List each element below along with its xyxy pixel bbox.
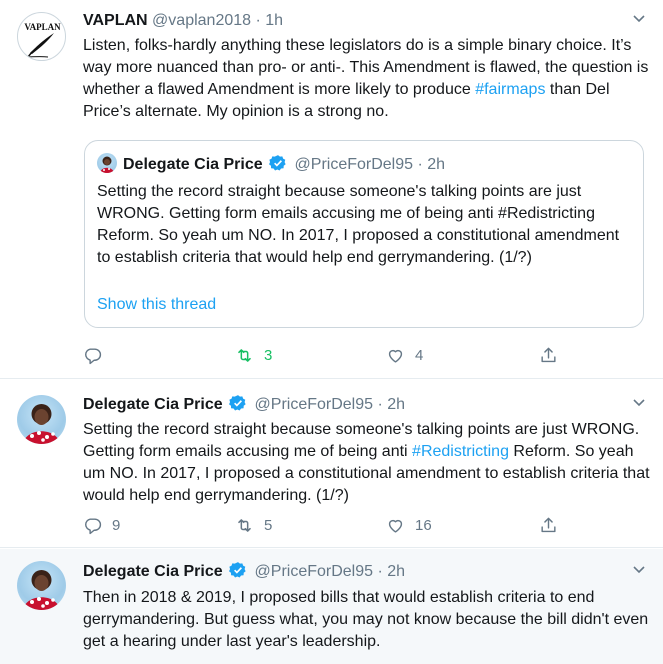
profile-photo-icon [23, 570, 60, 610]
author-name[interactable]: VAPLAN [83, 12, 148, 29]
quoted-author-name[interactable]: Delegate Cia Price [123, 156, 263, 173]
retweet-button[interactable]: 5 [235, 516, 272, 535]
quill-pen-logo-icon: VAPLAN [24, 22, 61, 58]
author-handle[interactable]: @PriceForDel95 [255, 563, 374, 580]
more-options-chevron-icon[interactable] [633, 396, 645, 410]
quoted-timestamp[interactable]: 2h [427, 156, 445, 173]
author-name[interactable]: Delegate Cia Price [83, 563, 223, 580]
heart-icon [388, 519, 403, 533]
tweet-vaplan[interactable]: VAPLAN VAPLAN @vaplan2018 · 1h Listen, f… [0, 0, 663, 379]
author-handle[interactable]: @vaplan2018 [152, 12, 251, 29]
separator-dot: · [255, 12, 261, 29]
reply-button[interactable] [83, 346, 112, 365]
quoted-tweet-text: Setting the record straight because some… [97, 183, 620, 266]
reply-icon [85, 518, 102, 535]
verified-badge-icon [269, 155, 286, 171]
timestamp[interactable]: 2h [387, 563, 405, 580]
tweet-actions: 3 4 [83, 346, 563, 368]
reply-button[interactable]: 9 [83, 516, 120, 535]
share-button[interactable] [539, 346, 568, 365]
tweet-text: Then in 2018 & 2019, I proposed bills th… [83, 589, 649, 650]
share-button[interactable] [539, 516, 568, 535]
retweet-icon [238, 519, 251, 532]
timestamp[interactable]: 2h [387, 396, 405, 413]
tweet-header: Delegate Cia Price @PriceForDel95 · 2h [83, 394, 405, 415]
heart-icon [388, 349, 403, 363]
more-options-chevron-icon[interactable] [633, 12, 645, 26]
avatar[interactable] [17, 561, 66, 610]
quoted-tweet[interactable]: Delegate Cia Price @PriceForDel95 · 2h S… [84, 140, 644, 328]
tweet-cia-price-1[interactable]: Delegate Cia Price @PriceForDel95 · 2h S… [0, 380, 663, 548]
profile-photo-icon [23, 404, 60, 444]
reply-count: 9 [112, 517, 121, 534]
verified-badge-icon [229, 562, 246, 578]
separator-dot: · [377, 396, 383, 413]
retweet-icon [238, 349, 251, 362]
avatar-logo-text: VAPLAN [24, 22, 61, 32]
tweet-header: VAPLAN @vaplan2018 · 1h [83, 11, 283, 31]
more-options-chevron-icon[interactable] [633, 563, 645, 577]
hashtag-link[interactable]: #Redistricting [412, 443, 509, 460]
show-thread-link[interactable]: Show this thread [97, 296, 216, 314]
reply-icon [85, 348, 102, 365]
share-icon [541, 347, 556, 363]
separator-dot: · [377, 563, 383, 580]
retweet-count: 3 [264, 347, 273, 364]
tweet-cia-price-2[interactable]: Delegate Cia Price @PriceForDel95 · 2h T… [0, 549, 663, 664]
separator-dot: · [417, 156, 423, 173]
like-button[interactable]: 4 [386, 346, 423, 365]
verified-badge-icon [229, 395, 246, 411]
author-handle[interactable]: @PriceForDel95 [255, 396, 374, 413]
tweet-actions: 9 5 16 [83, 516, 563, 538]
like-count: 16 [415, 517, 432, 534]
quoted-author-handle[interactable]: @PriceForDel95 [295, 156, 414, 173]
retweet-count: 5 [264, 517, 273, 534]
hashtag-link[interactable]: #fairmaps [475, 81, 545, 98]
tweet-text: Setting the record straight because some… [83, 419, 653, 507]
author-name[interactable]: Delegate Cia Price [83, 396, 223, 413]
timestamp[interactable]: 1h [265, 12, 283, 29]
like-count: 4 [415, 347, 424, 364]
quoted-avatar [97, 153, 117, 173]
quoted-tweet-header: Delegate Cia Price @PriceForDel95 · 2h [97, 153, 445, 175]
tweet-text: Listen, folks-hardly anything these legi… [83, 35, 653, 123]
tweet-header: Delegate Cia Price @PriceForDel95 · 2h [83, 561, 405, 582]
share-icon [541, 517, 556, 533]
avatar[interactable] [17, 395, 66, 444]
like-button[interactable]: 16 [386, 516, 432, 535]
avatar[interactable]: VAPLAN [17, 12, 66, 61]
retweet-button[interactable]: 3 [235, 346, 272, 365]
